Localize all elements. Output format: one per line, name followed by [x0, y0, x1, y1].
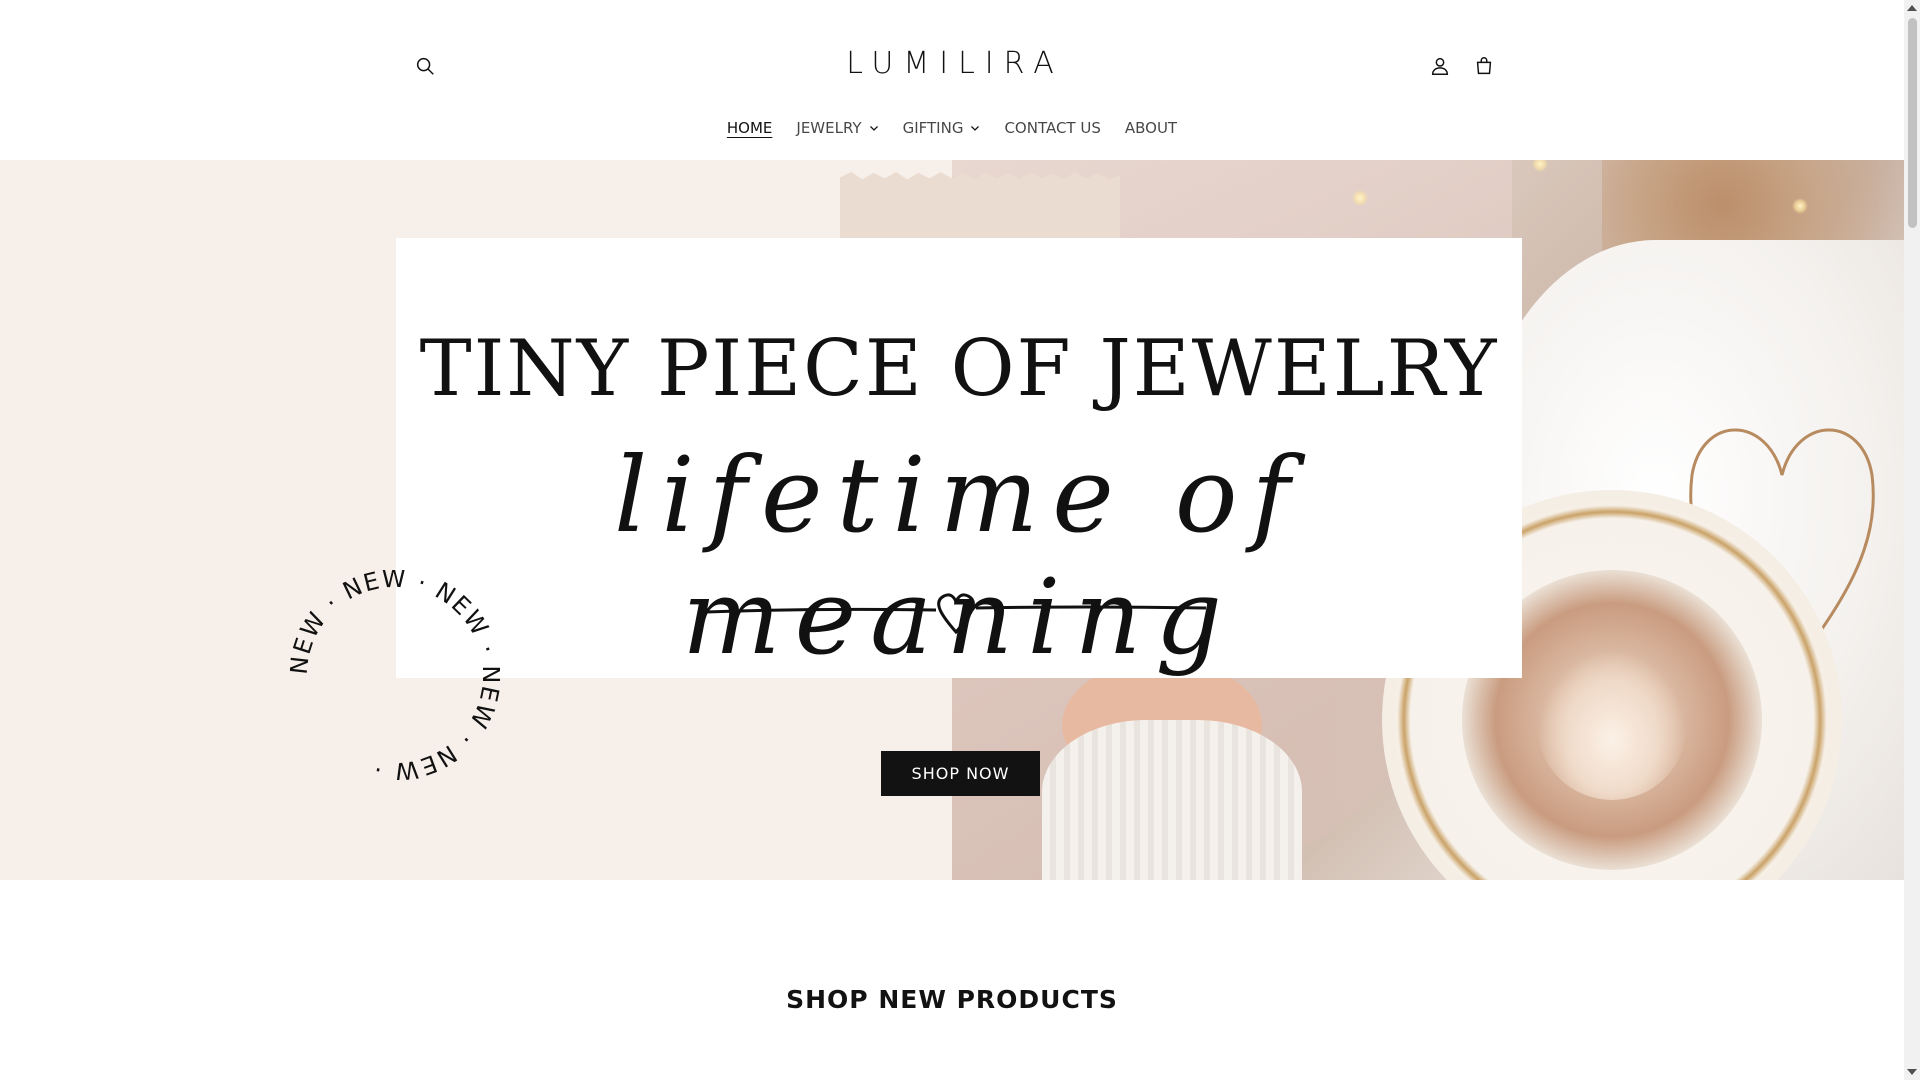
photo-sweater: [1042, 720, 1302, 880]
heart-divider: [706, 593, 1206, 635]
nav-item-label: CONTACT US: [1004, 119, 1101, 137]
nav-item-jewelry[interactable]: JEWELRY: [784, 114, 890, 142]
photo-latte-art: [1537, 650, 1687, 800]
photo-light: [1792, 198, 1808, 214]
chevron-down-icon: [971, 126, 980, 131]
search-icon: [416, 57, 434, 75]
hero-banner: TINY PIECE OF JEWELRY lifetime of meanin…: [0, 160, 1904, 880]
nav-item-gifting[interactable]: GIFTING: [891, 114, 993, 142]
badge-text: NEW · NEW · NEW · NEW · NEW ·: [290, 570, 500, 780]
nav-item-about[interactable]: ABOUT: [1113, 114, 1189, 142]
hero-script-text: lifetime of meaning: [614, 434, 1304, 678]
site-header: LUMILIRA HOME JEWELRY GIFTING CONTACT US…: [0, 0, 1904, 160]
user-icon: [1431, 57, 1449, 75]
main-nav: HOME JEWELRY GIFTING CONTACT US ABOUT: [0, 114, 1904, 142]
nav-item-contact[interactable]: CONTACT US: [992, 114, 1112, 142]
hero-text-card: TINY PIECE OF JEWELRY lifetime of meanin…: [396, 238, 1522, 678]
cart-icon: [1476, 57, 1492, 75]
search-button[interactable]: [405, 46, 445, 86]
section-title-new-products: SHOP NEW PRODUCTS: [786, 985, 1118, 1014]
photo-light: [1532, 160, 1548, 172]
hero-headline: TINY PIECE OF JEWELRY: [419, 324, 1499, 414]
account-button[interactable]: [1420, 46, 1460, 86]
shop-now-button[interactable]: SHOP NOW: [881, 751, 1040, 796]
cart-button[interactable]: [1464, 46, 1504, 86]
new-badge-circle: NEW · NEW · NEW · NEW · NEW ·: [290, 570, 500, 780]
site-logo[interactable]: LUMILIRA: [700, 46, 1210, 81]
page-scrollbar[interactable]: [1904, 0, 1920, 1080]
nav-item-label: ABOUT: [1124, 119, 1178, 137]
nav-item-label: JEWELRY: [796, 119, 862, 137]
scroll-thumb[interactable]: [1908, 18, 1917, 228]
nav-item-label: GIFTING: [902, 119, 964, 137]
nav-item-label: HOME: [726, 119, 773, 137]
scroll-down-arrow-icon[interactable]: [1907, 1069, 1917, 1075]
scroll-up-arrow-icon[interactable]: [1907, 5, 1917, 11]
svg-text:NEW · NEW · NEW · NEW · NEW ·: NEW · NEW · NEW · NEW · NEW ·: [290, 570, 500, 780]
photo-light: [1352, 190, 1368, 206]
chevron-down-icon: [869, 126, 878, 131]
nav-item-home[interactable]: HOME: [715, 114, 785, 142]
